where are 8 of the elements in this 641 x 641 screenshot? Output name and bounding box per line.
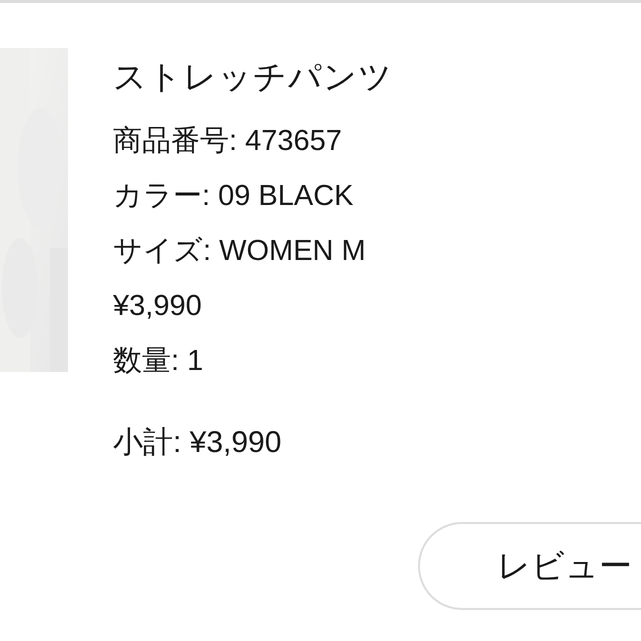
product-detail: ¥3,990 [113,289,203,324]
product-detail: サイズ: WOMEN M [113,234,367,269]
product-detail: 数量: 1 [113,344,204,379]
subtotal: 小計: ¥3,990 [113,425,282,461]
product-name: ストレッチパンツ [113,57,393,97]
product-detail: カラー: 09 BLACK [113,179,355,214]
product-detail: 商品番号: 473657 [113,124,343,159]
review-button[interactable]: レビュー [418,522,641,610]
